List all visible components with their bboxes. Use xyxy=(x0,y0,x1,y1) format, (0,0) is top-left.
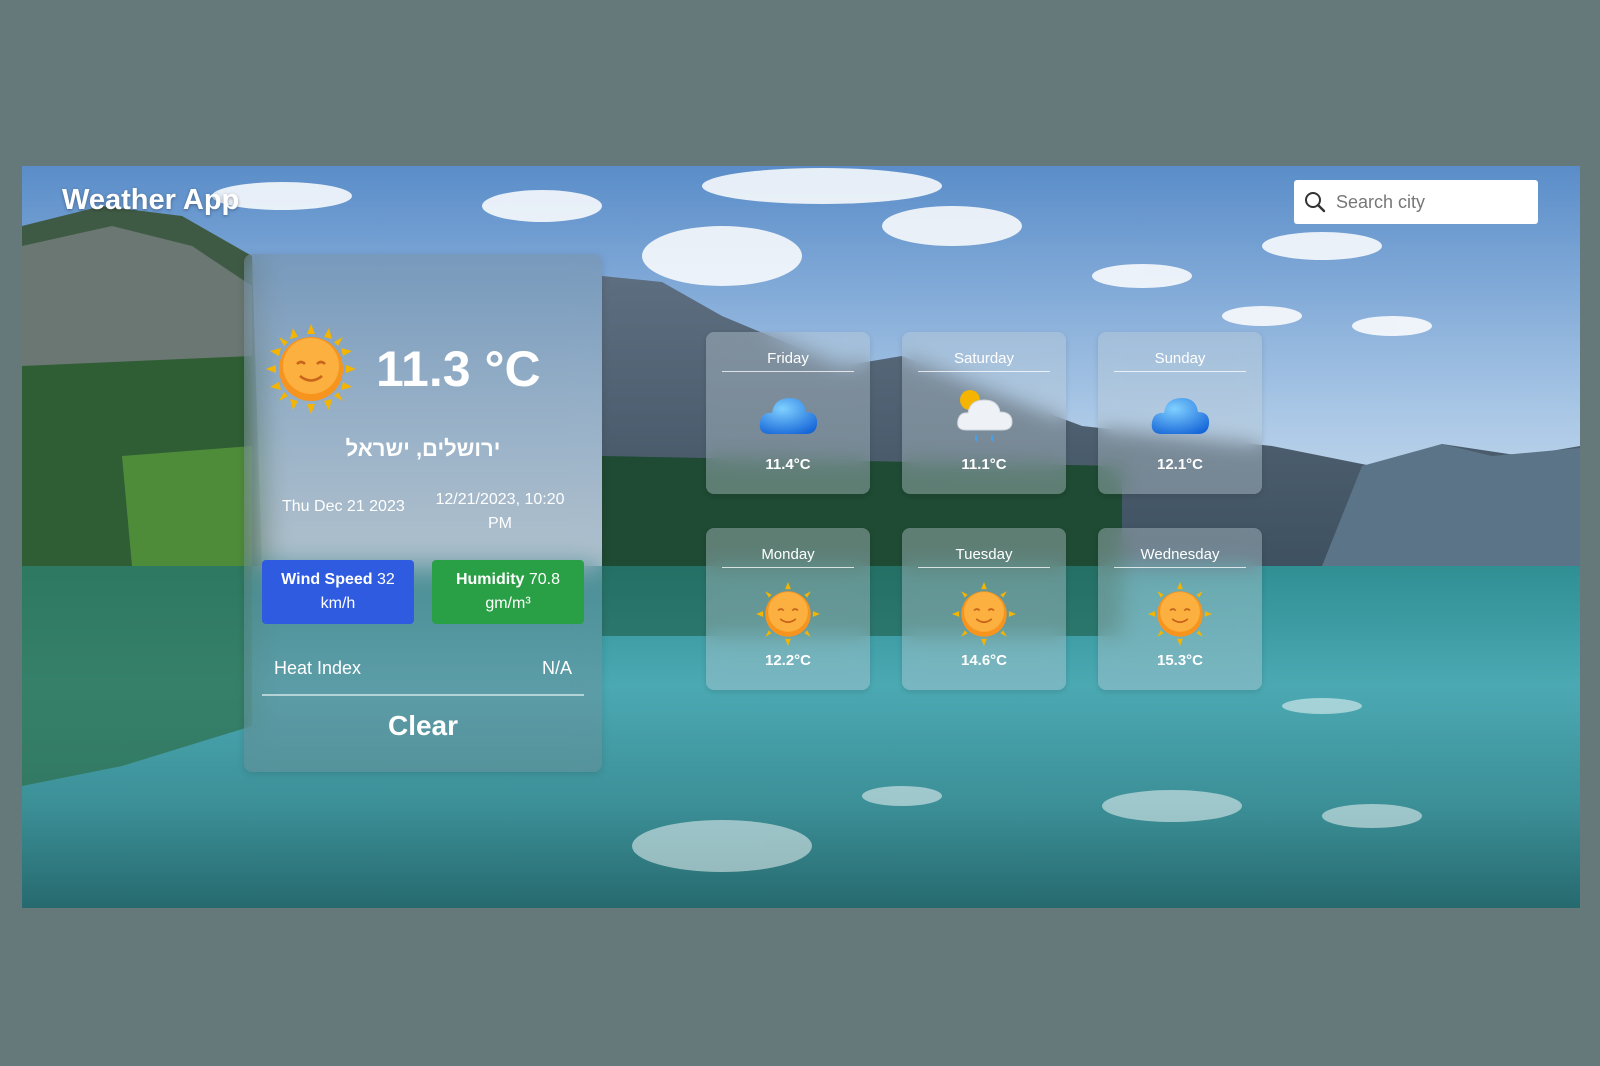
humidity-badge: Humidity 70.8 gm/m³ xyxy=(432,560,584,624)
forecast-temp: 11.1°C xyxy=(961,456,1007,473)
heat-index-label: Heat Index xyxy=(274,658,362,678)
sun-icon xyxy=(952,582,1016,646)
clear-button[interactable]: Clear xyxy=(244,710,602,742)
wind-speed-label: Wind Speed xyxy=(281,571,373,588)
forecast-temp: 12.2°C xyxy=(764,652,812,669)
cloud-icon xyxy=(759,398,818,434)
sun-icon xyxy=(266,324,356,414)
forecast-card: Sunday 12.1°C xyxy=(1098,332,1262,494)
search-box[interactable] xyxy=(1294,180,1538,224)
search-icon xyxy=(1305,192,1326,213)
forecast-card: Tuesday 14.6°C xyxy=(902,528,1066,690)
partly-cloudy-rain-icon xyxy=(957,390,1013,442)
heat-index-value: N/A xyxy=(541,658,572,678)
current-temperature: 11.3 °C xyxy=(376,341,541,397)
forecast-day: Tuesday xyxy=(918,546,1050,568)
forecast-day: Monday xyxy=(722,546,854,568)
location-name: ירושלים, ישראל xyxy=(345,436,501,461)
forecast-card: Saturday 11.1°C xyxy=(902,332,1066,494)
wind-speed-badge: Wind Speed 32 km/h xyxy=(262,560,414,624)
app-window: Weather App 11.3 °C י xyxy=(22,166,1580,908)
current-weather-card: 11.3 °C ירושלים, ישראל Thu Dec 21 2023 1… xyxy=(244,254,602,772)
app-title: Weather App xyxy=(62,184,240,216)
forecast-card: Wednesday 15.3°C xyxy=(1098,528,1262,690)
current-datetime: 12/21/2023, 10:20 PM xyxy=(435,491,565,532)
heat-index-row: Heat Index N/A xyxy=(262,654,584,696)
forecast-temp: 14.6°C xyxy=(960,652,1008,669)
forecast-temp: 15.3°C xyxy=(1156,652,1204,669)
forecast-day: Wednesday xyxy=(1114,546,1246,568)
cloud-icon xyxy=(1151,398,1210,434)
search-input[interactable] xyxy=(1334,190,1528,214)
sun-icon xyxy=(756,582,820,646)
forecast-day: Friday xyxy=(722,350,854,372)
forecast-day: Saturday xyxy=(918,350,1050,372)
forecast-temp: 12.1°C xyxy=(1156,456,1204,473)
current-date: Thu Dec 21 2023 xyxy=(282,498,405,515)
forecast-day: Sunday xyxy=(1114,350,1246,372)
forecast-card: Friday 11.4°C xyxy=(706,332,870,494)
forecast-temp: 11.4°C xyxy=(765,456,811,473)
humidity-label: Humidity xyxy=(455,571,525,588)
sun-icon xyxy=(1148,582,1212,646)
forecast-card: Monday 12.2°C xyxy=(706,528,870,690)
